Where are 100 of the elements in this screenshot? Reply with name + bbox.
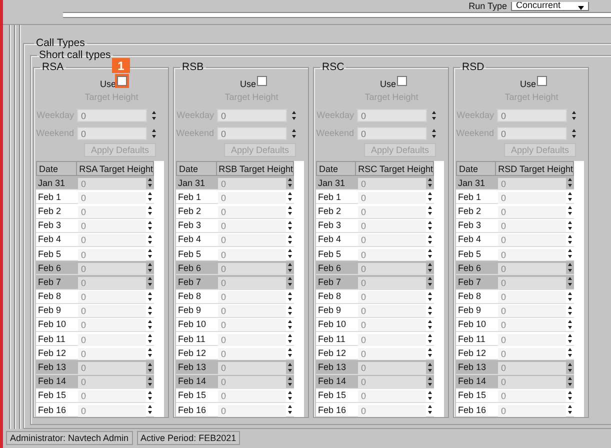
weekend-field[interactable]: 0 bbox=[77, 126, 147, 140]
target-height-field[interactable]: 0 bbox=[78, 291, 146, 304]
target-height-field[interactable]: 0 bbox=[358, 334, 426, 346]
target-height-field[interactable]: 0 bbox=[78, 262, 146, 275]
target-height-field[interactable]: 0 bbox=[358, 404, 426, 417]
spin-arrows-icon[interactable] bbox=[290, 108, 298, 122]
target-height-field[interactable]: 0 bbox=[498, 362, 566, 374]
spin-arrows-icon[interactable] bbox=[146, 318, 154, 331]
spin-arrows-icon[interactable] bbox=[146, 190, 154, 204]
target-height-field[interactable]: 0 bbox=[498, 319, 566, 332]
spin-arrows-icon[interactable] bbox=[146, 218, 154, 232]
target-height-field[interactable]: 0 bbox=[358, 319, 426, 332]
target-height-field[interactable]: 0 bbox=[358, 206, 426, 218]
target-height-field[interactable]: 0 bbox=[358, 178, 426, 190]
target-height-field[interactable]: 0 bbox=[498, 305, 566, 318]
spin-arrows-icon[interactable] bbox=[426, 176, 434, 190]
target-height-field[interactable]: 0 bbox=[498, 178, 566, 190]
target-height-field[interactable]: 0 bbox=[498, 192, 566, 204]
spin-arrows-icon[interactable] bbox=[146, 204, 154, 218]
spin-arrows-icon[interactable] bbox=[146, 176, 154, 190]
target-height-field[interactable]: 0 bbox=[78, 319, 146, 332]
target-height-field[interactable]: 0 bbox=[78, 404, 146, 417]
spin-arrows-icon[interactable] bbox=[146, 275, 154, 288]
apply-defaults-button[interactable]: Apply Defaults bbox=[504, 143, 576, 157]
target-height-field[interactable]: 0 bbox=[218, 404, 286, 417]
spin-arrows-icon[interactable] bbox=[566, 403, 574, 416]
spin-arrows-icon[interactable] bbox=[566, 374, 574, 388]
target-height-field[interactable]: 0 bbox=[218, 390, 286, 402]
target-height-field[interactable]: 0 bbox=[78, 334, 146, 346]
spin-arrows-icon[interactable] bbox=[286, 346, 294, 360]
spin-arrows-icon[interactable] bbox=[286, 275, 294, 288]
spin-arrows-icon[interactable] bbox=[430, 126, 438, 140]
target-height-field[interactable]: 0 bbox=[218, 248, 286, 261]
target-height-field[interactable]: 0 bbox=[498, 220, 566, 232]
spin-arrows-icon[interactable] bbox=[426, 261, 434, 274]
target-height-field[interactable]: 0 bbox=[218, 319, 286, 332]
spin-arrows-icon[interactable] bbox=[146, 360, 154, 374]
target-height-field[interactable]: 0 bbox=[358, 390, 426, 402]
spin-arrows-icon[interactable] bbox=[426, 247, 434, 260]
target-height-field[interactable]: 0 bbox=[78, 348, 146, 360]
target-height-field[interactable]: 0 bbox=[218, 220, 286, 232]
spin-arrows-icon[interactable] bbox=[150, 126, 158, 140]
spin-arrows-icon[interactable] bbox=[426, 204, 434, 218]
spin-arrows-icon[interactable] bbox=[426, 346, 434, 360]
target-height-field[interactable]: 0 bbox=[358, 192, 426, 204]
spin-arrows-icon[interactable] bbox=[566, 176, 574, 190]
spin-arrows-icon[interactable] bbox=[570, 126, 578, 140]
spin-arrows-icon[interactable] bbox=[426, 403, 434, 416]
spin-arrows-icon[interactable] bbox=[566, 232, 574, 246]
target-height-field[interactable]: 0 bbox=[218, 362, 286, 374]
target-height-field[interactable]: 0 bbox=[218, 348, 286, 360]
target-height-field[interactable]: 0 bbox=[498, 348, 566, 360]
target-height-field[interactable]: 0 bbox=[78, 178, 146, 190]
spin-arrows-icon[interactable] bbox=[286, 261, 294, 274]
target-height-field[interactable]: 0 bbox=[78, 390, 146, 402]
run-type-dropdown[interactable]: Concurrent bbox=[511, 2, 589, 11]
target-height-field[interactable]: 0 bbox=[78, 305, 146, 318]
spin-arrows-icon[interactable] bbox=[290, 126, 298, 140]
target-height-field[interactable]: 0 bbox=[218, 206, 286, 218]
weekend-field[interactable]: 0 bbox=[357, 126, 427, 140]
spin-arrows-icon[interactable] bbox=[426, 388, 434, 402]
spin-arrows-icon[interactable] bbox=[566, 247, 574, 260]
spin-arrows-icon[interactable] bbox=[566, 275, 574, 288]
spin-arrows-icon[interactable] bbox=[146, 388, 154, 402]
target-height-field[interactable]: 0 bbox=[218, 291, 286, 304]
target-height-field[interactable]: 0 bbox=[218, 178, 286, 190]
target-height-field[interactable]: 0 bbox=[358, 305, 426, 318]
spin-arrows-icon[interactable] bbox=[286, 388, 294, 402]
spin-arrows-icon[interactable] bbox=[286, 374, 294, 388]
weekday-field[interactable]: 0 bbox=[77, 108, 147, 122]
target-height-field[interactable]: 0 bbox=[78, 276, 146, 289]
target-height-field[interactable]: 0 bbox=[218, 262, 286, 275]
spin-arrows-icon[interactable] bbox=[286, 290, 294, 303]
target-height-field[interactable]: 0 bbox=[358, 248, 426, 261]
spin-arrows-icon[interactable] bbox=[566, 290, 574, 303]
target-height-field[interactable]: 0 bbox=[498, 291, 566, 304]
weekday-field[interactable]: 0 bbox=[497, 108, 567, 122]
target-height-field[interactable]: 0 bbox=[358, 291, 426, 304]
spin-arrows-icon[interactable] bbox=[286, 176, 294, 190]
target-height-field[interactable]: 0 bbox=[358, 234, 426, 246]
spin-arrows-icon[interactable] bbox=[150, 108, 158, 122]
spin-arrows-icon[interactable] bbox=[286, 318, 294, 331]
target-height-field[interactable]: 0 bbox=[498, 248, 566, 261]
spin-arrows-icon[interactable] bbox=[286, 218, 294, 232]
spin-arrows-icon[interactable] bbox=[286, 190, 294, 204]
spin-arrows-icon[interactable] bbox=[426, 218, 434, 232]
target-height-field[interactable]: 0 bbox=[78, 192, 146, 204]
spin-arrows-icon[interactable] bbox=[426, 360, 434, 374]
target-height-field[interactable]: 0 bbox=[498, 404, 566, 417]
spin-arrows-icon[interactable] bbox=[566, 204, 574, 218]
target-height-field[interactable]: 0 bbox=[218, 192, 286, 204]
target-height-field[interactable]: 0 bbox=[358, 362, 426, 374]
spin-arrows-icon[interactable] bbox=[286, 332, 294, 346]
spin-arrows-icon[interactable] bbox=[570, 108, 578, 122]
spin-arrows-icon[interactable] bbox=[426, 332, 434, 346]
weekday-field[interactable]: 0 bbox=[357, 108, 427, 122]
target-height-field[interactable]: 0 bbox=[498, 276, 566, 289]
spin-arrows-icon[interactable] bbox=[566, 346, 574, 360]
target-height-field[interactable]: 0 bbox=[498, 334, 566, 346]
target-height-field[interactable]: 0 bbox=[358, 348, 426, 360]
